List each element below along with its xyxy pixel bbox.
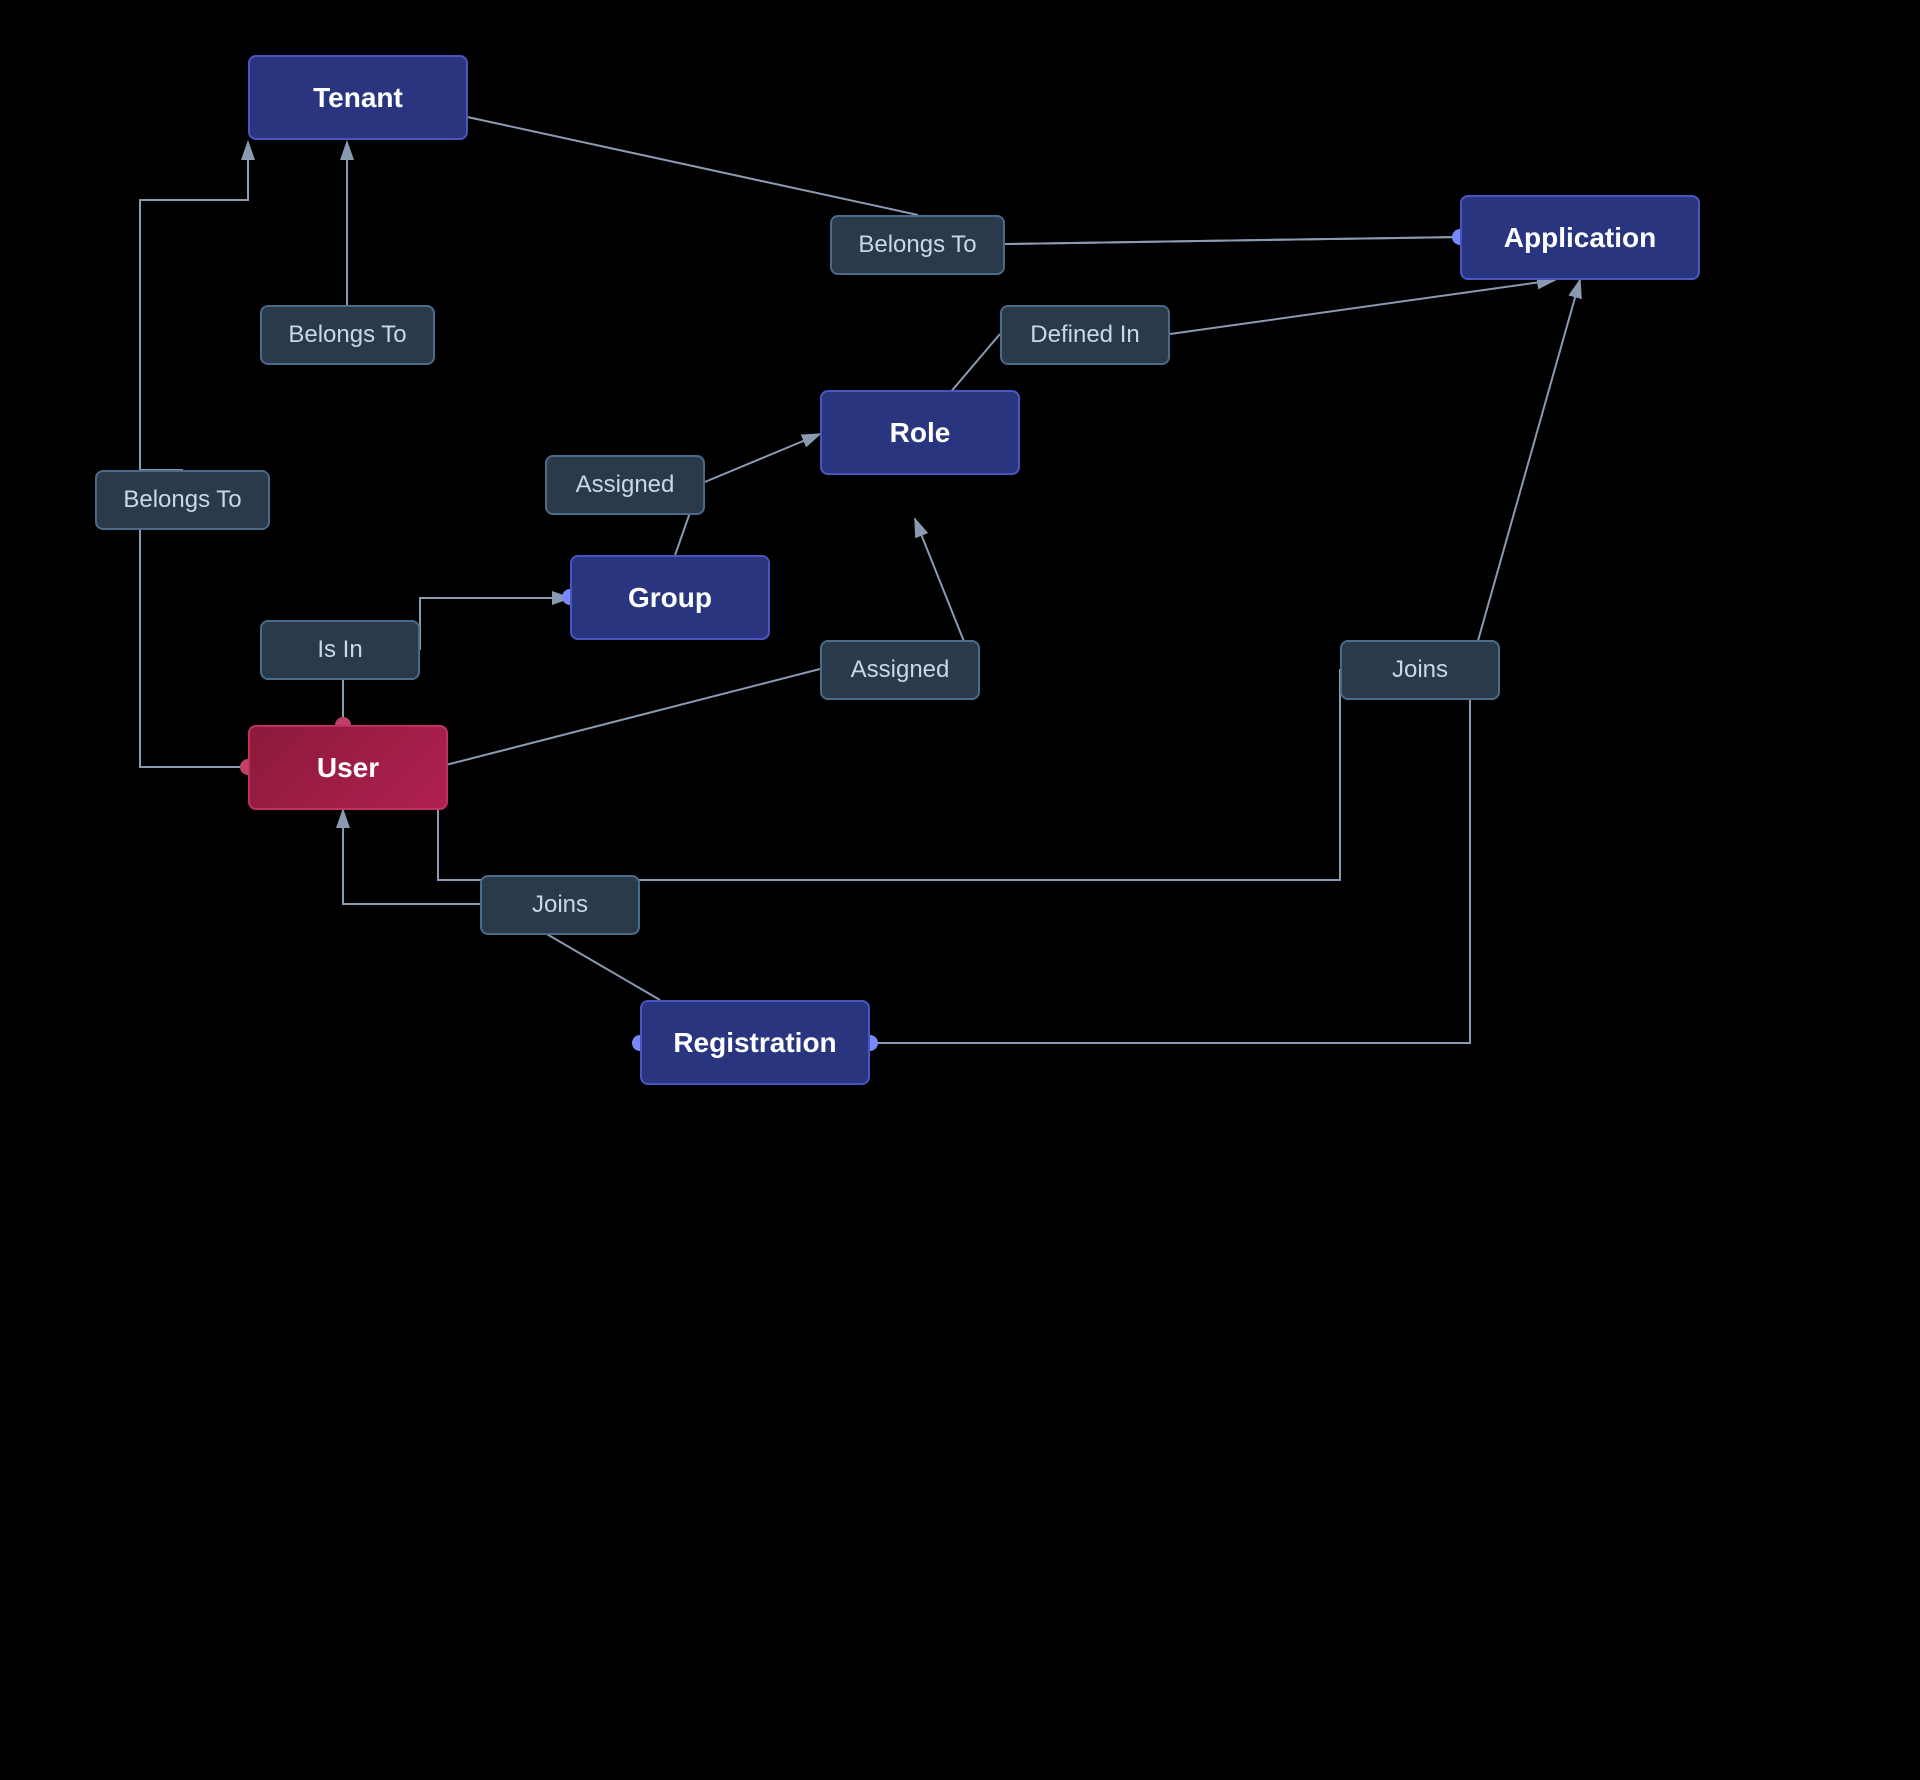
application-label: Application [1504,222,1656,254]
registration-node[interactable]: Registration [640,1000,870,1085]
joins-right-label: Joins [1392,656,1448,684]
belongs-to-app-relation: Belongs To [830,215,1005,275]
defined-in-label: Defined In [1030,321,1139,349]
assigned-user-label: Assigned [851,656,950,684]
joins-bottom-label: Joins [532,891,588,919]
user-label: User [317,752,379,784]
is-in-relation: Is In [260,620,420,680]
belongs-to-left-relation: Belongs To [95,470,270,530]
tenant-node[interactable]: Tenant [248,55,468,140]
tenant-label: Tenant [313,82,403,114]
registration-label: Registration [673,1027,836,1059]
group-label: Group [628,582,712,614]
assigned-group-label: Assigned [576,471,675,499]
belongs-to-tenant-label: Belongs To [288,321,406,349]
user-node[interactable]: User [248,725,448,810]
defined-in-relation: Defined In [1000,305,1170,365]
assigned-group-relation: Assigned [545,455,705,515]
role-label: Role [890,417,951,449]
belongs-to-tenant-relation: Belongs To [260,305,435,365]
joins-bottom-relation: Joins [480,875,640,935]
assigned-user-relation: Assigned [820,640,980,700]
diagram-container: Tenant Application Role Group User Regis… [0,0,1920,1780]
role-node[interactable]: Role [820,390,1020,475]
group-node[interactable]: Group [570,555,770,640]
belongs-to-app-label: Belongs To [858,231,976,259]
is-in-label: Is In [317,636,362,664]
joins-right-relation: Joins [1340,640,1500,700]
application-node[interactable]: Application [1460,195,1700,280]
belongs-to-left-label: Belongs To [123,486,241,514]
